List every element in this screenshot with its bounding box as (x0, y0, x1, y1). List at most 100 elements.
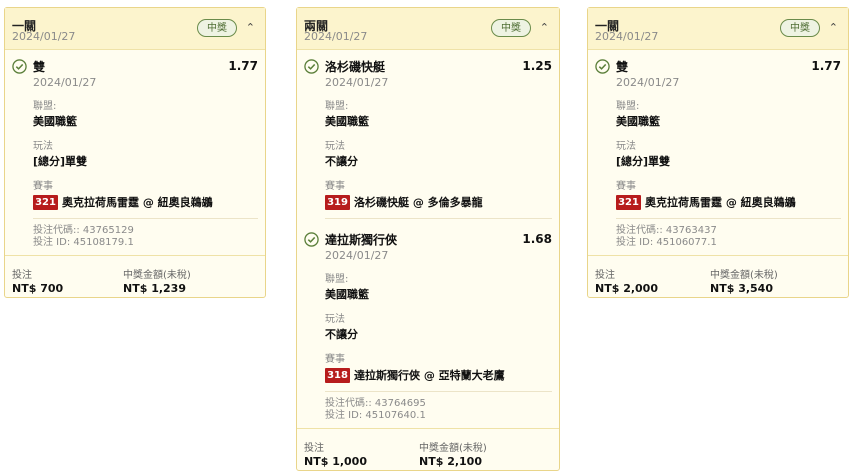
bet-leg: 達拉斯獨行俠 1.68 2024/01/27 聯盟: 美國職籃 玩法 不讓分 賽… (297, 225, 559, 428)
play-value: 不讓分 (325, 328, 358, 341)
card-footer: 投注 NT$ 1,000 中獎金額(未稅) NT$ 2,100 (297, 428, 559, 470)
divider (33, 218, 258, 219)
stake-amount: NT$ 2,000 (595, 282, 658, 295)
payout-amount: NT$ 3,540 (710, 282, 773, 295)
stake-amount: NT$ 700 (12, 282, 64, 295)
league-label: 聯盟: (325, 101, 349, 112)
card-footer: 投注 NT$ 2,000 中獎金額(未稅) NT$ 3,540 (588, 255, 848, 297)
chevron-up-icon[interactable]: ⌃ (246, 21, 255, 34)
stake-label: 投注 (304, 443, 324, 454)
leg-odds: 1.77 (811, 59, 841, 73)
ticket-info: 投注代碼:: 43764695 投注 ID: 45107640.1 (325, 398, 552, 422)
ticket-id: 投注 ID: 45107640.1 (325, 410, 426, 421)
payout-block: 中獎金額(未稅) NT$ 3,540 (710, 266, 778, 295)
bet-leg: 雙 1.77 2024/01/27 聯盟: 美國職籃 玩法 [總分]單雙 賽事 … (5, 50, 265, 255)
chevron-up-icon[interactable]: ⌃ (829, 21, 838, 34)
leg-odds: 1.77 (228, 59, 258, 73)
payout-label: 中獎金額(未稅) (123, 270, 191, 281)
event-row: 319 洛杉磯快艇 @ 多倫多暴龍 (325, 194, 552, 210)
bet-date: 2024/01/27 (595, 30, 659, 43)
bet-date: 2024/01/27 (304, 30, 368, 43)
leg-date: 2024/01/27 (33, 76, 97, 89)
ticket-code: 投注代碼:: 43765129 (33, 225, 134, 236)
league-value: 美國職籃 (325, 288, 369, 301)
payout-block: 中獎金額(未稅) NT$ 1,239 (123, 266, 191, 295)
ticket-info: 投注代碼:: 43765129 投注 ID: 45108179.1 (33, 225, 258, 249)
event-label: 賽事 (325, 354, 345, 365)
bet-card-1: 一關 2024/01/27 中獎 ⌃ 雙 1.77 2024/01/27 聯盟:… (4, 7, 266, 298)
bet-card-3: 一關 2024/01/27 中獎 ⌃ 雙 1.77 2024/01/27 聯盟:… (587, 7, 849, 298)
leg-selection: 洛杉磯快艇 (325, 60, 386, 74)
card-header[interactable]: 一關 2024/01/27 中獎 ⌃ (588, 8, 848, 50)
win-status-badge: 中獎 (197, 19, 237, 37)
stake-label: 投注 (12, 270, 32, 281)
bet-card-2: 兩關 2024/01/27 中獎 ⌃ 洛杉磯快艇 1.25 2024/01/27… (296, 7, 560, 471)
check-circle-icon (304, 232, 319, 247)
leg-odds: 1.25 (522, 59, 552, 73)
win-status-badge: 中獎 (491, 19, 531, 37)
event-row: 321 奧克拉荷馬雷霆 @ 紐奧良鵜鶘 (33, 194, 258, 210)
event-label: 賽事 (33, 181, 53, 192)
event-number-badge: 321 (616, 194, 641, 210)
payout-label: 中獎金額(未稅) (710, 270, 778, 281)
divider (616, 218, 841, 219)
leg-selection: 達拉斯獨行俠 (325, 233, 398, 247)
leg-odds: 1.68 (522, 232, 552, 246)
bet-date: 2024/01/27 (12, 30, 76, 43)
ticket-id: 投注 ID: 45108179.1 (33, 237, 134, 248)
divider (325, 218, 552, 219)
divider (325, 391, 552, 392)
play-label: 玩法 (325, 314, 345, 325)
stake-label: 投注 (595, 270, 615, 281)
event-number-badge: 318 (325, 367, 350, 383)
play-value: 不讓分 (325, 155, 358, 168)
card-header[interactable]: 兩關 2024/01/27 中獎 ⌃ (297, 8, 559, 50)
win-status-badge: 中獎 (780, 19, 820, 37)
league-label: 聯盟: (325, 274, 349, 285)
event-matchup: 奧克拉荷馬雷霆 @ 紐奧良鵜鶘 (62, 196, 213, 209)
league-value: 美國職籃 (616, 115, 660, 128)
league-value: 美國職籃 (33, 115, 77, 128)
event-matchup: 達拉斯獨行俠 @ 亞特蘭大老鷹 (354, 369, 505, 382)
leg-selection: 雙 (33, 60, 46, 74)
bet-leg: 雙 1.77 2024/01/27 聯盟: 美國職籃 玩法 [總分]單雙 賽事 … (588, 50, 848, 255)
card-footer: 投注 NT$ 700 中獎金額(未稅) NT$ 1,239 (5, 255, 265, 297)
play-value: [總分]單雙 (616, 155, 671, 168)
stake-block: 投注 NT$ 700 (12, 266, 63, 295)
leg-date: 2024/01/27 (325, 76, 389, 89)
leg-selection: 雙 (616, 60, 629, 74)
event-number-badge: 321 (33, 194, 58, 210)
stake-block: 投注 NT$ 2,000 (595, 266, 658, 295)
play-label: 玩法 (325, 141, 345, 152)
ticket-info: 投注代碼:: 43763437 投注 ID: 45106077.1 (616, 225, 841, 249)
payout-amount: NT$ 2,100 (419, 455, 482, 468)
event-number-badge: 319 (325, 194, 350, 210)
card-header[interactable]: 一關 2024/01/27 中獎 ⌃ (5, 8, 265, 50)
play-label: 玩法 (616, 141, 636, 152)
league-label: 聯盟: (33, 101, 57, 112)
payout-amount: NT$ 1,239 (123, 282, 186, 295)
ticket-id: 投注 ID: 45106077.1 (616, 237, 717, 248)
check-circle-icon (304, 59, 319, 74)
leg-date: 2024/01/27 (616, 76, 680, 89)
league-label: 聯盟: (616, 101, 640, 112)
event-label: 賽事 (325, 181, 345, 192)
payout-block: 中獎金額(未稅) NT$ 2,100 (419, 439, 487, 468)
event-matchup: 洛杉磯快艇 @ 多倫多暴龍 (354, 196, 483, 209)
league-value: 美國職籃 (325, 115, 369, 128)
event-row: 318 達拉斯獨行俠 @ 亞特蘭大老鷹 (325, 367, 552, 383)
ticket-code: 投注代碼:: 43763437 (616, 225, 717, 236)
stake-amount: NT$ 1,000 (304, 455, 367, 468)
payout-label: 中獎金額(未稅) (419, 443, 487, 454)
chevron-up-icon[interactable]: ⌃ (540, 21, 549, 34)
ticket-code: 投注代碼:: 43764695 (325, 398, 426, 409)
bet-leg: 洛杉磯快艇 1.25 2024/01/27 聯盟: 美國職籃 玩法 不讓分 賽事… (297, 50, 559, 225)
event-matchup: 奧克拉荷馬雷霆 @ 紐奧良鵜鶘 (645, 196, 796, 209)
play-value: [總分]單雙 (33, 155, 88, 168)
leg-date: 2024/01/27 (325, 249, 389, 262)
check-circle-icon (595, 59, 610, 74)
check-circle-icon (12, 59, 27, 74)
play-label: 玩法 (33, 141, 53, 152)
stake-block: 投注 NT$ 1,000 (304, 439, 367, 468)
event-label: 賽事 (616, 181, 636, 192)
